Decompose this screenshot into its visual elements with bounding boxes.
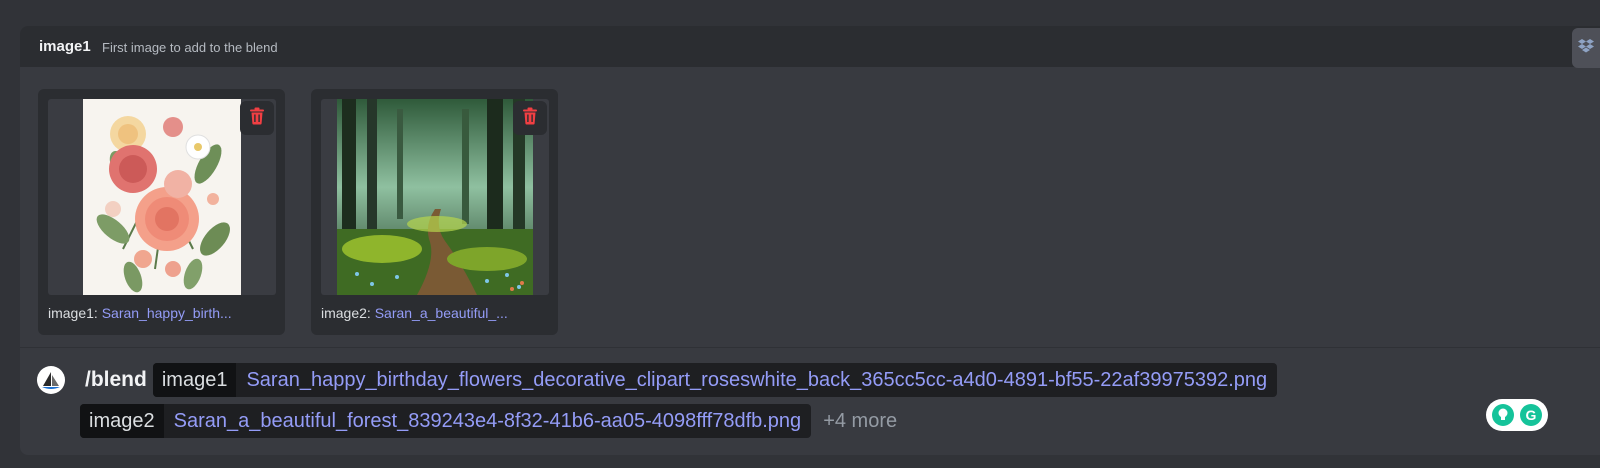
option-description: First image to add to the blend [102,40,278,55]
more-options-button[interactable]: +4 more [823,410,897,433]
option-value[interactable]: Saran_a_beautiful_forest_839243e4-8f32-4… [164,404,812,438]
command-name: /blend [85,368,147,391]
option-value[interactable]: Saran_happy_birthday_flowers_decorative_… [236,363,1277,397]
attachment-caption: image2: Saran_a_beautiful_... [321,305,551,321]
trash-icon [522,107,538,130]
delete-attachment-button[interactable] [513,101,547,135]
option-header: image1 First image to add to the blend [20,26,1600,68]
slash-command-panel: image1 First image to add to the blend i… [20,26,1600,455]
command-option-image1[interactable]: image1 Saran_happy_birthday_flowers_deco… [152,363,1278,397]
option-name-label: image1 [152,363,237,397]
command-input-row[interactable]: /blend image1 Saran_happy_birthday_flowe… [37,363,1278,397]
attachment-label: image2: [321,305,371,321]
dropbox-icon [1578,38,1594,59]
command-input-row-continued[interactable]: image2 Saran_a_beautiful_forest_839243e4… [80,404,897,438]
lightbulb-icon[interactable] [1492,404,1514,426]
grammarly-icon[interactable]: G [1520,404,1542,426]
option-name-label: image2 [80,404,164,438]
attachment-caption: image1: Saran_happy_birth... [48,305,278,321]
attachments-list: image1: Saran_happy_birth... image2: Sar… [20,67,1600,347]
forest-path-image [337,99,533,295]
attachment-card-image1[interactable]: image1: Saran_happy_birth... [38,89,285,335]
option-name: image1 [39,38,91,55]
delete-attachment-button[interactable] [240,101,274,135]
flower-bouquet-image [83,99,241,295]
grammarly-widget[interactable]: G [1486,399,1548,431]
attachment-filename-link[interactable]: Saran_a_beautiful_... [375,305,508,321]
attachment-card-image2[interactable]: image2: Saran_a_beautiful_... [311,89,558,335]
midjourney-bot-avatar [37,366,65,394]
attachment-preview [48,99,276,295]
divider [20,347,1600,348]
attachment-preview [321,99,549,295]
command-option-image2[interactable]: image2 Saran_a_beautiful_forest_839243e4… [80,404,812,438]
attachment-filename-link[interactable]: Saran_happy_birth... [102,305,232,321]
trash-icon [249,107,265,130]
dropbox-button[interactable] [1572,28,1600,68]
attachment-label: image1: [48,305,98,321]
